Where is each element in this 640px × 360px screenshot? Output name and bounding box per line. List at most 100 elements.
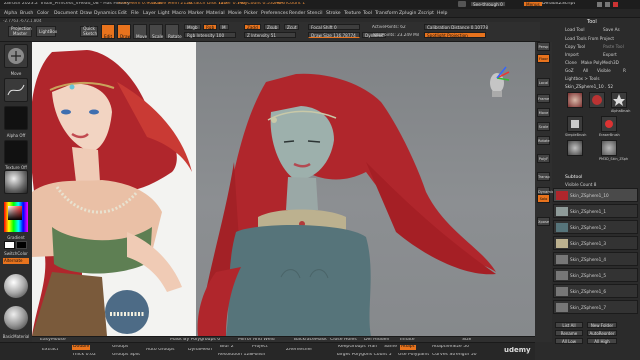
extract-button[interactable]: Extract: [42, 348, 58, 353]
menu-texture[interactable]: Texture: [344, 11, 361, 16]
thick-slider[interactable]: Thick 0.02: [72, 353, 96, 358]
menu-dynamics[interactable]: Dynamics: [94, 11, 117, 16]
menu-file[interactable]: File: [131, 11, 139, 16]
persp-button[interactable]: Persp: [537, 42, 550, 51]
resolution-slider[interactable]: Resolution 128: [218, 353, 252, 358]
z-intensity-slider[interactable]: Z Intensity 51: [244, 32, 296, 38]
rotate-view-button[interactable]: Rotate: [537, 136, 550, 145]
tool-thumb-eraser[interactable]: [601, 116, 617, 132]
goz-visible-button[interactable]: Visible: [597, 68, 611, 73]
brush-selector[interactable]: [4, 44, 28, 68]
move-view-button[interactable]: Move: [537, 108, 550, 117]
mrgb-button[interactable]: Mrgb: [184, 24, 201, 30]
menu-brush[interactable]: Brush: [20, 11, 33, 16]
minimize-icon[interactable]: [597, 2, 602, 7]
quick-save-icon[interactable]: [458, 1, 466, 7]
rgb-intensity-slider[interactable]: Rgb Intensity 100: [184, 32, 236, 38]
menu-draw[interactable]: Draw: [80, 11, 92, 16]
menu-preferences[interactable]: Preferences: [261, 11, 288, 16]
project-button[interactable]: Project: [252, 345, 268, 350]
xpose-button[interactable]: Xpose: [537, 217, 550, 226]
menus-button[interactable]: Menus: [523, 1, 543, 7]
reference-image-panel[interactable]: [32, 42, 196, 336]
target-polygons-slider[interactable]: Target Polygons Count 5: [336, 353, 392, 358]
tool-thumb-pm3d[interactable]: [601, 140, 617, 156]
material-sphere-2[interactable]: [4, 306, 28, 330]
menu-color[interactable]: Color: [37, 11, 49, 16]
autoreorder-button[interactable]: AutoReorder: [587, 330, 617, 336]
3d-viewport[interactable]: [196, 42, 535, 336]
double-button[interactable]: Double: [72, 345, 91, 350]
menu-document[interactable]: Document: [54, 11, 78, 16]
menu-render[interactable]: Render: [289, 11, 305, 16]
menu-light[interactable]: Light: [158, 11, 169, 16]
local-button[interactable]: Local: [537, 78, 550, 87]
all-low-button[interactable]: All Low: [555, 338, 583, 344]
see-through-slider[interactable]: See-through 0: [470, 1, 506, 7]
import-button[interactable]: Import: [565, 52, 579, 57]
rotate-button[interactable]: Rotate: [165, 24, 182, 39]
tool-thumb-skin10[interactable]: [567, 92, 583, 108]
move-button[interactable]: Move: [133, 24, 147, 39]
auto-groups-button[interactable]: Auto Groups: [146, 348, 175, 353]
curves-strength-slider[interactable]: Curves Strength 50: [432, 353, 477, 358]
zcut-button[interactable]: Zcut: [284, 24, 300, 30]
zsub-button[interactable]: Zsub: [264, 24, 281, 30]
groups-split-button[interactable]: Groups Split: [112, 353, 140, 358]
draw-size-slider[interactable]: Draw Size 116.78774: [308, 32, 360, 38]
stroke-selector[interactable]: [4, 78, 28, 102]
subtool-row[interactable]: Skin_ZSphere1_7: [553, 300, 638, 314]
material-selector[interactable]: [4, 170, 28, 194]
new-folder-button[interactable]: New Folder: [587, 322, 617, 328]
load-tool-button[interactable]: Load Tool: [565, 27, 585, 32]
scale-button[interactable]: Scale: [149, 24, 163, 39]
texture-selector[interactable]: [4, 140, 28, 164]
tool-thumb-skin1[interactable]: [567, 140, 583, 156]
transp-button[interactable]: Transp: [537, 172, 550, 181]
frame-button[interactable]: Frame: [537, 94, 550, 103]
menu-layer[interactable]: Layer: [143, 11, 156, 16]
goz-button[interactable]: GoZ: [565, 68, 574, 73]
tool-thumb-simple[interactable]: [567, 116, 583, 132]
blur-slider[interactable]: Blur 2: [220, 345, 234, 350]
color-picker[interactable]: [4, 202, 28, 232]
quick-sketch-button[interactable]: Quick Sketch: [80, 26, 98, 37]
polyf-button[interactable]: PolyF: [537, 154, 550, 163]
floor-button[interactable]: Floor: [537, 54, 550, 63]
make-polymesh-button[interactable]: Make PolyMesh3D: [581, 60, 619, 65]
zadd-button[interactable]: Zadd: [244, 24, 261, 30]
lightbox-tools-button[interactable]: Lightbox > Tools: [565, 76, 600, 81]
adapt-button[interactable]: Adapt: [400, 345, 416, 350]
use-polypaint-button[interactable]: Use Polypaint: [398, 353, 429, 358]
menu-stroke[interactable]: Stroke: [326, 11, 341, 16]
calibration-distance-slider[interactable]: Calibration Distance 0.10778: [424, 24, 488, 30]
material-sphere-1[interactable]: [4, 274, 28, 298]
subtool-row[interactable]: Skin_ZSphere1_3: [553, 236, 638, 250]
secondary-color-swatch[interactable]: [16, 241, 27, 249]
main-color-swatch[interactable]: [4, 241, 15, 249]
adaptive-size-slider[interactable]: AdaptiveSize 50: [432, 345, 469, 350]
menu-edit[interactable]: Edit: [118, 11, 127, 16]
menu-transform[interactable]: Transform: [375, 11, 398, 16]
menu-tool[interactable]: Tool: [363, 11, 372, 16]
subtool-row[interactable]: Skin_ZSphere1_2: [553, 220, 638, 234]
navigation-gizmo[interactable]: [482, 64, 512, 98]
list-all-button[interactable]: List All: [555, 322, 583, 328]
polish-button[interactable]: Polish: [252, 353, 265, 358]
draw-button[interactable]: Draw: [117, 24, 131, 39]
rename-button[interactable]: Rename: [555, 330, 583, 336]
clone-button[interactable]: Clone: [565, 60, 577, 65]
goz-r-button[interactable]: R: [623, 68, 626, 73]
lightbox-button[interactable]: LightBox: [36, 26, 57, 37]
save-as-button[interactable]: Save As: [603, 27, 620, 32]
subtool-row[interactable]: Skin_ZSphere1_5: [553, 268, 638, 282]
zremesher-button[interactable]: ZRemesher: [286, 348, 312, 353]
menu-movie[interactable]: Movie: [228, 11, 242, 16]
alpha-selector[interactable]: [4, 106, 28, 130]
subtool-row[interactable]: Skin_ZSphere1_4: [553, 252, 638, 266]
subtool-row[interactable]: Skin_ZSphere1_1: [553, 204, 638, 218]
color-square[interactable]: [8, 206, 22, 220]
menu-alpha[interactable]: Alpha: [4, 11, 17, 16]
default-zscript[interactable]: DefaultZScript: [542, 2, 575, 7]
tool-thumb-star[interactable]: [611, 92, 627, 108]
